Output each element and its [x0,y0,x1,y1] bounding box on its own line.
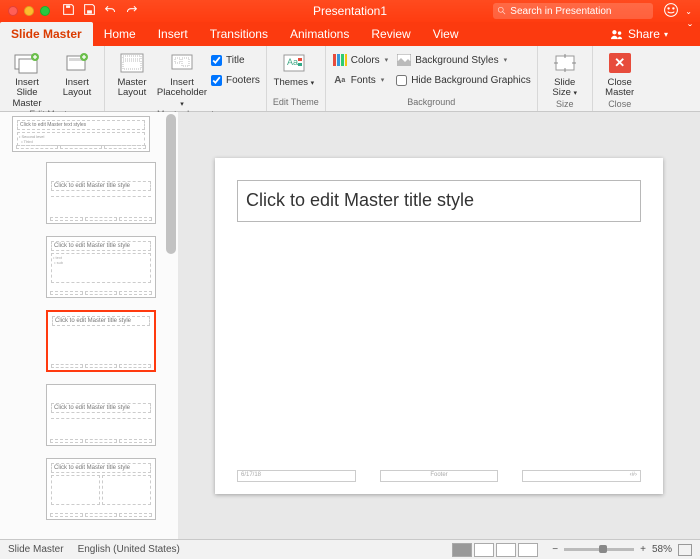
minimize-window-icon[interactable] [24,6,34,16]
layout-thumbnail-4[interactable]: Click to edit Master title style [46,384,156,446]
zoom-level[interactable]: 58% [652,544,672,555]
slide-size-button[interactable]: Slide Size ▾ [544,48,586,99]
titlebar-menu-icon[interactable]: ⌄ [685,7,692,16]
search-input[interactable]: Search in Presentation [493,3,653,19]
slide: Click to edit Master title style 6/17/18… [215,158,663,494]
zoom-slider[interactable] [564,548,634,551]
layout-thumbnail-5[interactable]: Click to edit Master title style [46,458,156,520]
insert-slide-master-button[interactable]: Insert Slide Master [6,48,48,109]
document-title: Presentation1 [313,4,387,18]
background-styles-button[interactable]: Background Styles [396,52,531,68]
insert-layout-button[interactable]: Insert Layout [56,48,98,99]
status-mode: Slide Master [8,544,64,555]
window-controls [0,6,50,16]
thumbnail-panel: Click to edit Master text styles • Secon… [0,112,178,539]
title-checkbox[interactable]: Title [211,52,260,68]
master-thumbnail[interactable]: Click to edit Master text styles • Secon… [12,116,150,152]
zoom-controls: − + 58% [552,544,692,556]
undo-icon[interactable] [104,3,117,19]
ribbon: Insert Slide Master Insert Layout Edit M… [0,46,700,112]
view-buttons [452,543,538,557]
svg-text:Aa: Aa [287,57,298,67]
normal-view-button[interactable] [452,543,472,557]
footers-checkbox[interactable]: Footers [211,72,260,88]
quick-access-toolbar [62,3,138,19]
slideshow-view-button[interactable] [518,543,538,557]
share-icon [610,28,624,40]
master-layout-button[interactable]: Master Layout [111,48,153,99]
ribbon-tabs: Slide Master Home Insert Transitions Ani… [0,22,700,46]
titlebar: Presentation1 Search in Presentation ⌄ [0,0,700,22]
status-bar: Slide Master English (United States) − +… [0,539,700,559]
group-label-edit-theme: Edit Theme [273,97,319,109]
tab-insert[interactable]: Insert [147,22,199,46]
colors-button[interactable]: Colors [332,52,388,68]
zoom-in-button[interactable]: + [640,544,646,555]
tab-home[interactable]: Home [93,22,147,46]
thumbnail-scrollbar[interactable] [166,114,176,254]
tab-review[interactable]: Review [360,22,421,46]
tab-slide-master[interactable]: Slide Master [0,22,93,46]
search-icon [497,6,507,16]
sorter-view-button[interactable] [474,543,494,557]
themes-button[interactable]: Aa Themes ▾ [273,48,315,88]
footer-placeholder[interactable]: Footer [380,470,499,482]
layout-thumbnail-2[interactable]: Click to edit Master title style • text … [46,236,156,298]
redo-icon[interactable] [125,3,138,19]
group-label-background: Background [332,97,531,109]
hide-background-checkbox[interactable]: Hide Background Graphics [396,72,531,88]
autosave-icon[interactable] [62,3,75,19]
layout-thumbnail-1[interactable]: Click to edit Master title style [46,162,156,224]
fonts-button[interactable]: Aa Fonts [332,72,388,88]
layout-thumbnail-3-selected[interactable]: Click to edit Master title style [46,310,156,372]
tab-transitions[interactable]: Transitions [199,22,279,46]
tab-view[interactable]: View [422,22,470,46]
group-label-close: Close [599,99,641,109]
title-placeholder[interactable]: Click to edit Master title style [237,180,641,222]
save-icon[interactable] [83,3,96,19]
share-button[interactable]: Share ▾ [598,22,680,46]
reading-view-button[interactable] [496,543,516,557]
group-label-size: Size [544,99,586,109]
slide-number-placeholder[interactable]: ‹#› [522,470,641,482]
insert-placeholder-button[interactable]: Insert Placeholder ▾ [161,48,203,109]
status-language[interactable]: English (United States) [78,544,180,555]
fullscreen-window-icon[interactable] [40,6,50,16]
close-window-icon[interactable] [8,6,18,16]
close-master-button[interactable]: ✕ Close Master [599,48,641,99]
fit-to-window-button[interactable] [678,544,692,556]
date-placeholder[interactable]: 6/17/18 [237,470,356,482]
footer-placeholders: 6/17/18 Footer ‹#› [237,470,641,482]
slide-canvas-area[interactable]: Click to edit Master title style 6/17/18… [178,112,700,539]
search-placeholder: Search in Presentation [510,6,611,17]
zoom-out-button[interactable]: − [552,544,558,555]
collapse-ribbon-icon[interactable]: ˇ [680,22,700,46]
content-area: Click to edit Master text styles • Secon… [0,112,700,539]
feedback-icon[interactable] [663,2,679,21]
tab-animations[interactable]: Animations [279,22,360,46]
